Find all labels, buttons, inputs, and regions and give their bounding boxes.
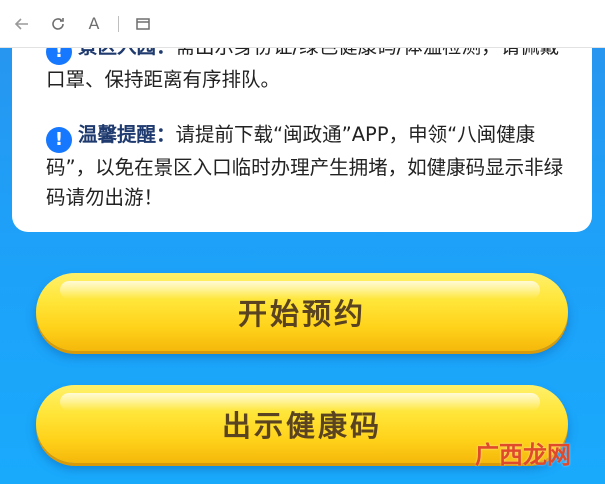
window-icon[interactable] <box>129 10 157 38</box>
notice-item-reminder: ! 温馨提醒：请提前下载“闽政通”APP，申领“八闽健康码”，以免在景区入口临时办… <box>46 120 566 213</box>
back-icon[interactable] <box>8 10 36 38</box>
notice-item-label: 温馨提醒： <box>78 123 176 146</box>
start-reservation-button[interactable]: 开始预约 <box>36 273 568 351</box>
refresh-icon[interactable] <box>44 10 72 38</box>
info-icon: ! <box>46 127 72 153</box>
browser-toolbar: A <box>0 0 605 48</box>
toolbar-divider <box>118 15 119 32</box>
reader-mode-icon[interactable]: A <box>80 10 108 38</box>
show-health-code-label: 出示健康码 <box>221 409 382 443</box>
start-reservation-label: 开始预约 <box>237 297 366 331</box>
watermark-logo: 广西龙网 <box>475 441 571 469</box>
